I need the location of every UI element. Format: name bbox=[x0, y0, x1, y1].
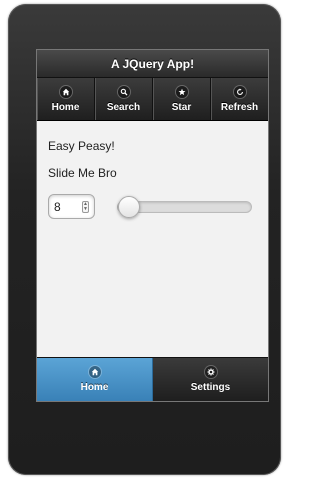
home-icon bbox=[88, 366, 101, 378]
nav-search-button[interactable]: Search bbox=[95, 78, 153, 120]
nav-search-label: Search bbox=[106, 101, 141, 113]
nav-star-label: Star bbox=[171, 101, 192, 113]
bottom-tabbar: Home Settings bbox=[37, 357, 268, 401]
nav-home-label: Home bbox=[51, 101, 80, 113]
slider-value-text: 8 bbox=[54, 199, 61, 214]
slider-row: 8 ▲ ▼ bbox=[48, 194, 257, 219]
slider-value-input[interactable]: 8 ▲ ▼ bbox=[48, 194, 95, 219]
app-header: A JQuery App! bbox=[37, 50, 268, 78]
tab-settings[interactable]: Settings bbox=[153, 358, 268, 401]
home-icon bbox=[59, 85, 72, 98]
easy-peasy-text: Easy Peasy! bbox=[48, 139, 115, 153]
slider-track[interactable] bbox=[117, 195, 252, 218]
app-screen: A JQuery App! Home Search Star Refresh E… bbox=[36, 49, 269, 402]
slider-handle[interactable] bbox=[117, 195, 140, 218]
nav-star-button[interactable]: Star bbox=[153, 78, 211, 120]
tab-settings-label: Settings bbox=[190, 382, 231, 393]
search-icon bbox=[117, 85, 130, 98]
nav-refresh-label: Refresh bbox=[220, 101, 259, 113]
top-navbar: Home Search Star Refresh bbox=[37, 78, 268, 121]
nav-refresh-button[interactable]: Refresh bbox=[211, 78, 268, 120]
nav-home-button[interactable]: Home bbox=[37, 78, 95, 120]
gear-icon bbox=[204, 366, 217, 378]
refresh-icon bbox=[233, 85, 246, 98]
star-icon bbox=[175, 85, 188, 98]
app-title: A JQuery App! bbox=[110, 56, 195, 71]
main-content: Easy Peasy! Slide Me Bro 8 ▲ ▼ bbox=[37, 121, 268, 346]
slider-label: Slide Me Bro bbox=[48, 166, 117, 180]
number-spinner[interactable]: ▲ ▼ bbox=[82, 200, 89, 213]
tab-home-label: Home bbox=[80, 382, 109, 393]
tab-home[interactable]: Home bbox=[37, 358, 153, 401]
phone-frame: A JQuery App! Home Search Star Refresh E… bbox=[8, 4, 281, 475]
spin-down-icon: ▼ bbox=[83, 205, 88, 212]
